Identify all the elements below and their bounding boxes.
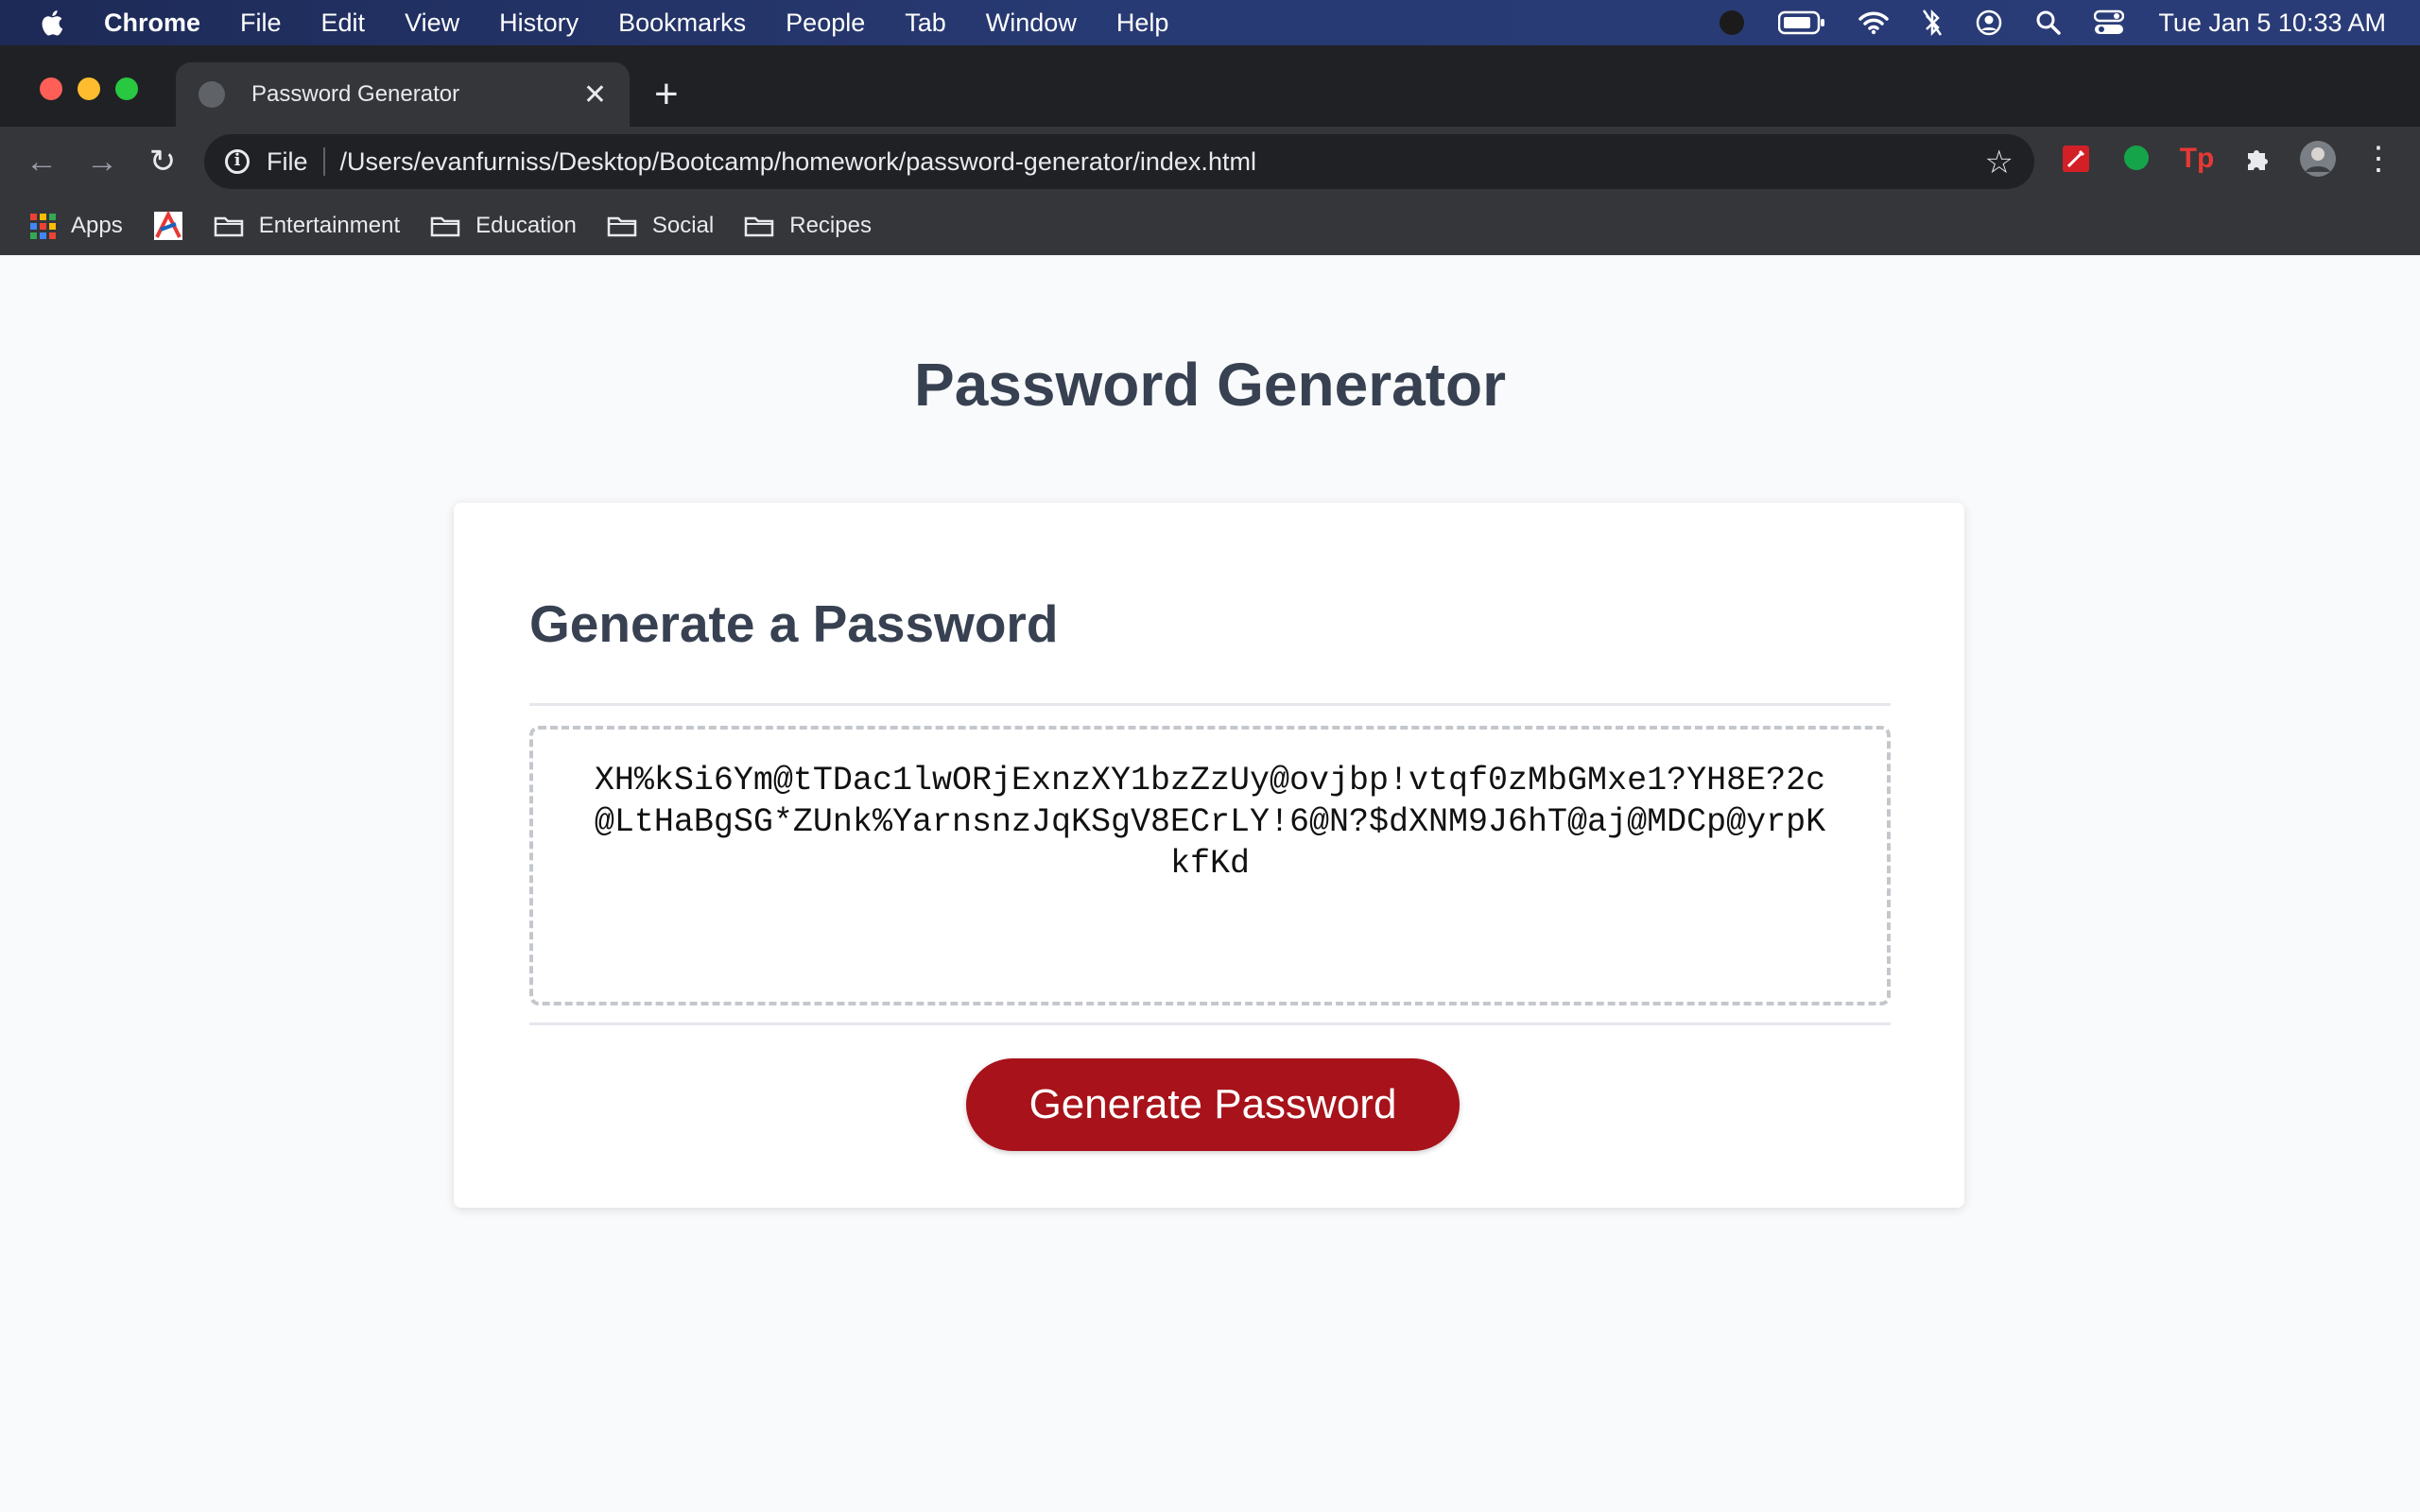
- address-scheme-label: File: [267, 146, 308, 176]
- bookmarks-bar: Apps Entertainment Education Social Reci…: [0, 197, 2420, 255]
- card-header-divider: [529, 703, 1891, 706]
- macos-menu-bar: Chrome File Edit View History Bookmarks …: [0, 0, 2420, 45]
- spotlight-search-icon[interactable]: [2035, 9, 2062, 36]
- password-output-textarea[interactable]: XH%kSi6Ym@tTDac1lwORjExnzXY1bzZzUy@ovjbp…: [529, 726, 1891, 1005]
- card-footer-divider: [529, 1022, 1891, 1025]
- site-info-icon[interactable]: [225, 149, 250, 174]
- password-card: Generate a Password XH%kSi6Ym@tTDac1lwOR…: [454, 503, 1964, 1208]
- tab-strip: Password Generator ✕ +: [0, 45, 2420, 127]
- forward-arrow-icon[interactable]: →: [72, 144, 132, 180]
- menu-view[interactable]: View: [405, 9, 459, 38]
- apple-menu-icon[interactable]: [40, 8, 66, 38]
- bookmark-apps[interactable]: Apps: [30, 213, 123, 239]
- menu-help[interactable]: Help: [1116, 9, 1169, 38]
- menubar-clock[interactable]: Tue Jan 5 10:33 AM: [2158, 9, 2386, 38]
- control-center-icon[interactable]: [2094, 9, 2125, 36]
- user-account-icon[interactable]: [1975, 9, 2003, 37]
- bookmark-label: Apps: [71, 213, 123, 238]
- reload-icon[interactable]: ↻: [132, 143, 193, 180]
- bookmark-label: Recipes: [789, 213, 872, 238]
- card-header: Generate a Password: [529, 594, 1059, 653]
- bookmark-label: Social: [651, 213, 715, 238]
- menu-people[interactable]: People: [786, 9, 865, 38]
- menu-edit[interactable]: Edit: [321, 9, 366, 38]
- address-separator: [322, 147, 325, 176]
- page-content: Password Generator Generate a Password X…: [0, 255, 2420, 1512]
- bluetooth-off-icon[interactable]: [1922, 9, 1943, 37]
- bookmark-folder-social[interactable]: Social: [607, 213, 714, 239]
- red-extension-icon[interactable]: [2057, 140, 2095, 178]
- page-title: Password Generator: [914, 351, 1506, 419]
- folder-icon: [214, 216, 243, 237]
- menu-bookmarks[interactable]: Bookmarks: [618, 9, 746, 38]
- tab-close-icon[interactable]: ✕: [583, 78, 607, 112]
- wifi-icon[interactable]: [1858, 10, 1890, 35]
- bookmark-star-icon[interactable]: ☆: [1985, 144, 2014, 181]
- new-tab-plus-icon[interactable]: +: [654, 74, 679, 115]
- dark-circle-status-icon[interactable]: [1718, 9, 1746, 37]
- window-minimize-button[interactable]: [78, 77, 100, 100]
- battery-icon[interactable]: [1778, 10, 1825, 35]
- bookmark-folder-entertainment[interactable]: Entertainment: [214, 213, 400, 239]
- menu-app-name[interactable]: Chrome: [104, 9, 200, 38]
- green-chat-extension-icon[interactable]: [2118, 140, 2155, 178]
- menu-window[interactable]: Window: [986, 9, 1077, 38]
- bookmark-folder-recipes[interactable]: Recipes: [744, 213, 872, 239]
- profile-avatar[interactable]: [2299, 140, 2337, 178]
- tab-title: Password Generator: [251, 81, 460, 107]
- bookmark-site-shortcut[interactable]: [153, 211, 183, 241]
- window-zoom-button[interactable]: [115, 77, 138, 100]
- menu-tab[interactable]: Tab: [905, 9, 946, 38]
- bookmark-label: Entertainment: [258, 213, 401, 238]
- menu-history[interactable]: History: [499, 9, 579, 38]
- chrome-menu-kebab-icon[interactable]: ⋮: [2360, 140, 2397, 178]
- address-bar[interactable]: File /Users/evanfurniss/Desktop/Bootcamp…: [204, 134, 2034, 189]
- apps-grid-icon: [30, 213, 56, 239]
- bookmark-label: Education: [475, 213, 577, 238]
- bookmark-folder-education[interactable]: Education: [430, 213, 577, 239]
- address-url[interactable]: /Users/evanfurniss/Desktop/Bootcamp/home…: [340, 147, 1256, 177]
- browser-tab-active[interactable]: Password Generator ✕: [176, 62, 630, 127]
- globe-favicon-icon: [199, 81, 225, 108]
- back-arrow-icon[interactable]: ←: [11, 144, 72, 180]
- folder-icon: [607, 216, 637, 237]
- folder-icon: [430, 216, 460, 237]
- site-logo-icon: [153, 211, 182, 240]
- window-close-button[interactable]: [40, 77, 62, 100]
- menu-file[interactable]: File: [240, 9, 282, 38]
- extensions-puzzle-icon[interactable]: [2238, 140, 2276, 178]
- folder-icon: [745, 216, 774, 237]
- tp-extension-icon[interactable]: Tp: [2178, 140, 2216, 178]
- generate-password-button[interactable]: Generate Password: [966, 1058, 1460, 1151]
